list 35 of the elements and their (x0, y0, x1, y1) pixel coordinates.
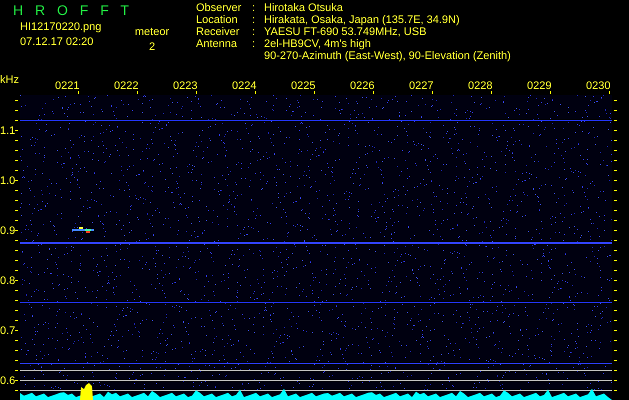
time-label: 0223 (173, 80, 198, 92)
time-label: 0228 (468, 80, 492, 92)
app-title: H R O F F T (13, 2, 129, 18)
info-value: Hirotaka Otsuka (264, 2, 343, 14)
colon-separator: : (252, 14, 256, 26)
timestamp: 07.12.17 02:20 (19, 36, 94, 48)
time-label: 0222 (114, 80, 138, 92)
colon-separator: : (252, 26, 256, 38)
info-label: Observer (196, 2, 242, 14)
counter-label: meteor (134, 26, 170, 38)
time-label: 0224 (232, 80, 256, 92)
info-label: Antenna (196, 38, 238, 50)
time-label: 0230 (586, 80, 610, 92)
frequency-label: 1.0 (0, 175, 16, 187)
frequency-label: 1.1 (0, 125, 16, 137)
info-value: 2el-HB9CV, 4m's high (264, 38, 371, 50)
time-label: 0226 (350, 80, 374, 92)
time-label: 0221 (55, 80, 80, 92)
colon-separator: : (252, 2, 256, 14)
time-label: 0229 (527, 80, 552, 92)
info-label: Receiver (196, 26, 240, 38)
frequency-label: 0.6 (0, 375, 16, 387)
info-value: YAESU FT-690 53.749MHz, USB (264, 26, 426, 38)
info-value: Hirakata, Osaka, Japan (135.7E, 34.9N) (264, 14, 460, 26)
axis-unit: kHz (0, 74, 19, 86)
info-label: Location (196, 14, 239, 26)
info-value: 90-270-Azimuth (East-West), 90-Elevation (Zenith) (264, 50, 511, 62)
time-label: 0225 (291, 80, 316, 92)
frequency-label: 0.9 (0, 225, 16, 237)
time-label: 0227 (409, 80, 434, 92)
frequency-label: 0.7 (0, 325, 16, 337)
colon-separator: : (252, 38, 256, 50)
counter-value: 2 (148, 41, 156, 53)
frequency-label: 0.8 (0, 275, 16, 287)
file-name: HI12170220.png (19, 21, 102, 33)
